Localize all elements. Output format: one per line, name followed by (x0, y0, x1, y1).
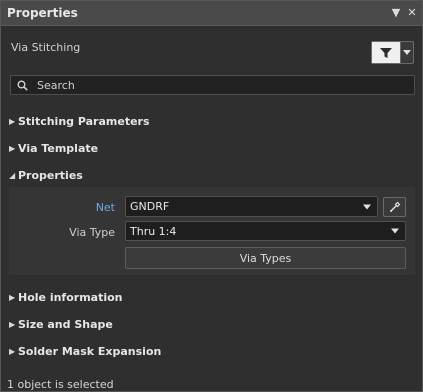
section-solder-mask-expansion[interactable]: ▶ Solder Mask Expansion (9, 345, 161, 358)
properties-panel: Properties ▼ ✕ Via Stitching ▶ Stitching… (0, 0, 423, 392)
section-stitching-parameters[interactable]: ▶ Stitching Parameters (9, 115, 150, 128)
section-label: Hole information (18, 291, 123, 304)
expand-arrow-icon: ▶ (9, 347, 16, 356)
via-type-value: Thru 1:4 (130, 224, 177, 238)
expand-arrow-icon: ▶ (9, 117, 16, 126)
filter-icon[interactable] (372, 42, 401, 63)
eyedropper-icon (389, 201, 400, 212)
section-properties[interactable]: ◢ Properties (9, 169, 83, 182)
dropdown-arrow-icon[interactable] (363, 204, 371, 209)
collapse-arrow-icon: ◢ (9, 171, 16, 180)
section-label: Via Template (18, 142, 99, 155)
expand-arrow-icon: ▶ (9, 293, 16, 302)
panel-titlebar: Properties ▼ ✕ (1, 1, 422, 26)
section-label: Stitching Parameters (18, 115, 150, 128)
net-combobox[interactable]: GNDRF (125, 196, 378, 217)
net-picker-button[interactable] (383, 197, 406, 217)
search-input[interactable] (33, 78, 414, 92)
selection-type-label: Via Stitching (11, 41, 81, 54)
expand-arrow-icon: ▶ (9, 144, 16, 153)
search-icon (11, 80, 33, 91)
expand-arrow-icon: ▶ (9, 320, 16, 329)
section-size-and-shape[interactable]: ▶ Size and Shape (9, 318, 113, 331)
dropdown-arrow-icon[interactable] (391, 228, 399, 234)
close-icon[interactable]: ✕ (405, 5, 419, 19)
via-type-label: Via Type (69, 226, 115, 239)
section-via-template[interactable]: ▶ Via Template (9, 142, 98, 155)
section-hole-information[interactable]: ▶ Hole information (9, 291, 123, 304)
chevron-down-icon[interactable] (401, 42, 413, 63)
panel-title: Properties (7, 6, 78, 20)
pin-menu-icon[interactable]: ▼ (389, 5, 403, 19)
via-type-combobox[interactable]: Thru 1:4 (125, 221, 406, 241)
search-box[interactable] (10, 75, 415, 95)
section-label: Solder Mask Expansion (18, 345, 162, 358)
net-value: GNDRF (130, 200, 170, 213)
via-types-button[interactable]: Via Types (125, 247, 406, 269)
status-bar-text: 1 object is selected (7, 378, 114, 391)
net-label[interactable]: Net (61, 201, 115, 214)
filter-button[interactable] (371, 41, 414, 64)
section-label: Properties (18, 169, 83, 182)
section-label: Size and Shape (18, 318, 113, 331)
